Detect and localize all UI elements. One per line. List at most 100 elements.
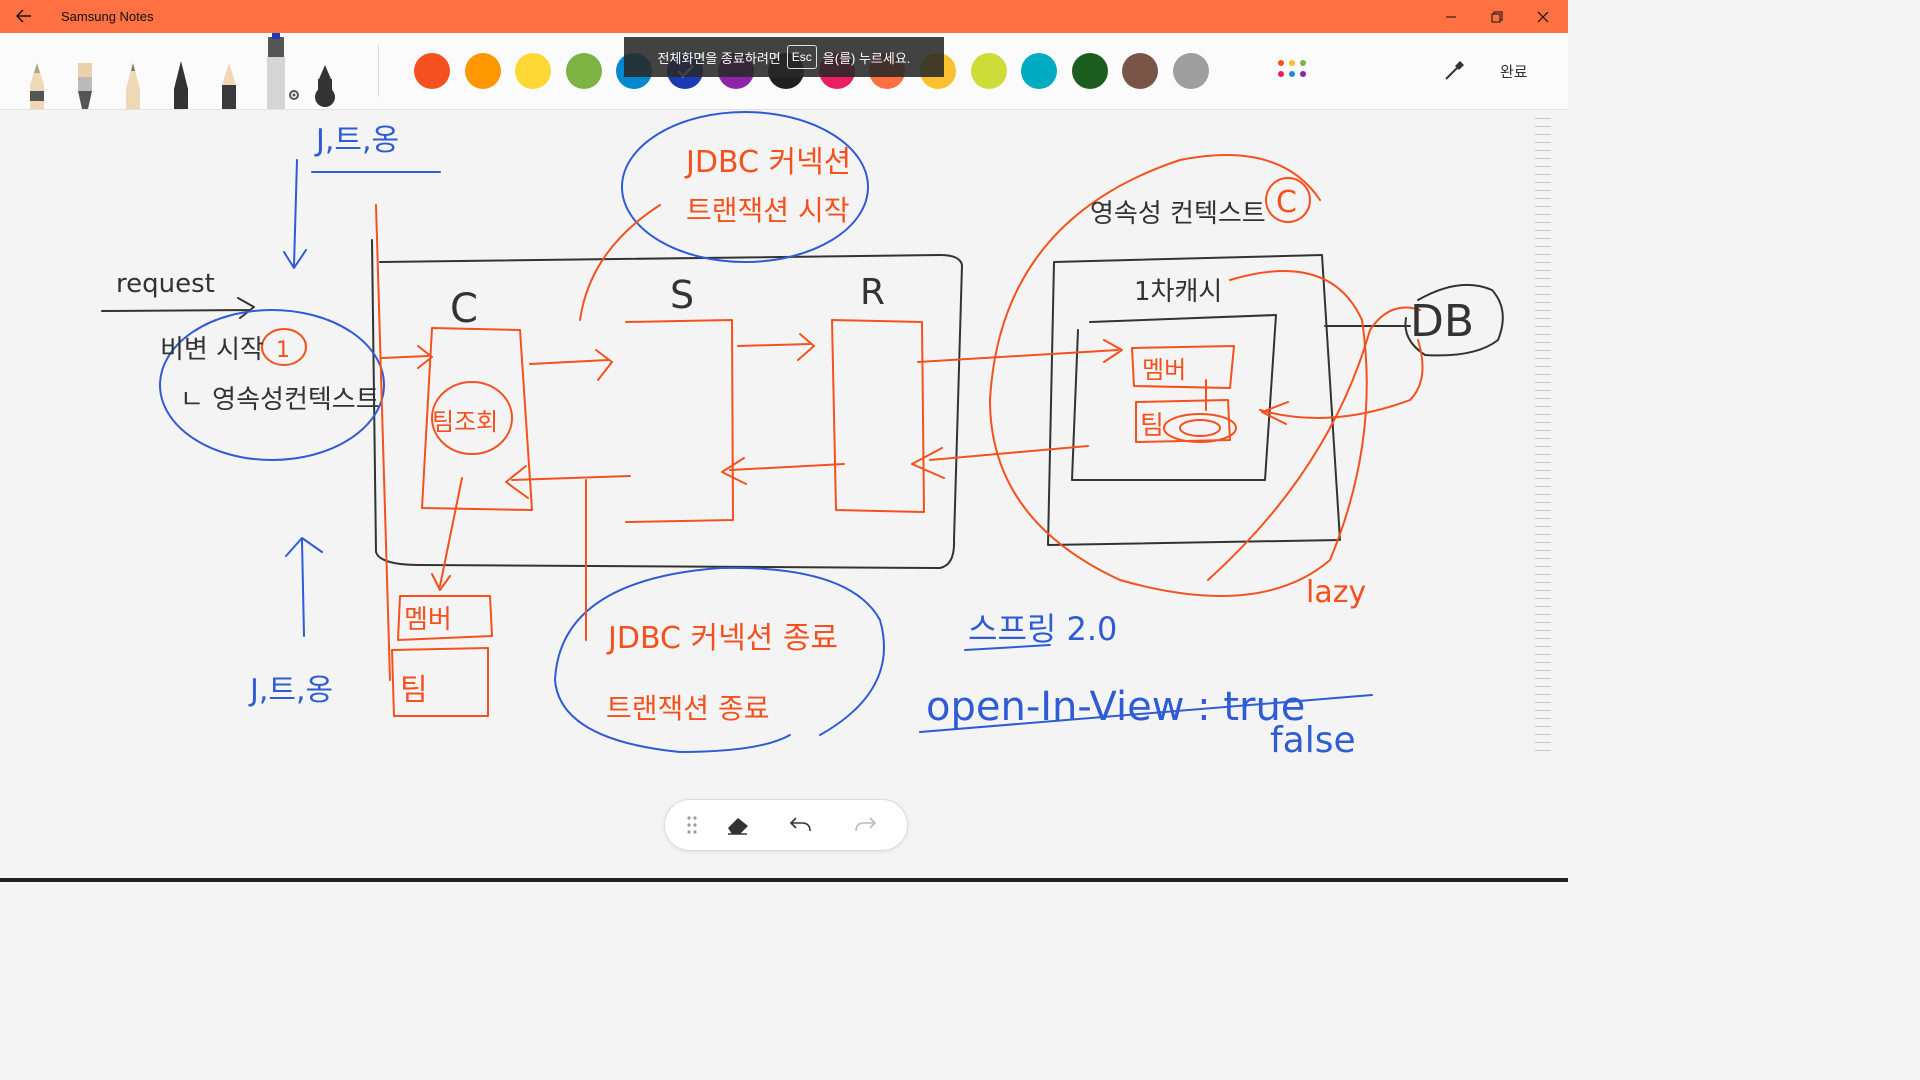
cache-member-label: 멤버 [1142,356,1186,384]
scrollbar-tick [1535,414,1551,415]
scrollbar-tick [1535,494,1551,495]
scrollbar-tick [1535,366,1551,367]
persist-context-note-label: ㄴ 영속성컨텍스트 [180,385,380,415]
r-to-context-arrow [917,339,1123,363]
scrollbar-tick [1535,334,1551,335]
undo-icon[interactable] [786,810,816,840]
context-title-label: 영속성 컨텍스트 [1090,199,1266,229]
scrollbar-tick [1535,294,1551,295]
scrollbar-tick [1535,662,1551,663]
scrollbar-tick [1535,302,1551,303]
request-start-label: 비변 시작 [160,335,264,365]
color-swatch[interactable] [970,53,1007,89]
scrollbar-tick [1535,542,1551,543]
first-level-cache-box [1071,314,1277,481]
osiv-label: open-In-View : true [926,684,1305,730]
member-label: 멤버 [404,605,452,635]
scrollbar-tick [1535,526,1551,527]
scrollbar-tick [1535,726,1551,727]
team-label: 팀 [400,673,428,708]
jdbc-start-circle [621,111,869,263]
color-swatch[interactable] [1122,53,1159,89]
db-label: DB [1410,296,1474,347]
marker-selected-icon[interactable] [264,33,304,109]
scrollbar-tick [1535,390,1551,391]
jsession-top-label: J,트,옹 [314,123,399,158]
scrollbar-tick [1535,142,1551,143]
scrollbar-tick [1535,534,1551,535]
fountain-pen-icon[interactable] [170,33,192,109]
calligraphy-pen-icon[interactable] [218,33,240,109]
lazy-label: lazy [1306,575,1366,610]
scrollbar-tick [1535,278,1551,279]
scrollbar-tick [1535,678,1551,679]
repository-label: R [860,272,885,313]
brush-pen-icon[interactable] [26,33,48,109]
jdbc-start-line2: 트랜잭션 시작 [686,194,849,227]
scrollbar-tick [1535,326,1551,327]
scrollbar-tick [1535,190,1551,191]
color-swatch[interactable] [515,53,552,89]
scrollbar-tick [1535,222,1551,223]
jdbc-end-line1: JDBC 커넥션 종료 [606,621,838,656]
scrollbar-tick [1535,478,1551,479]
scrollbar-tick [1535,262,1551,263]
scrollbar-tick [1535,550,1551,551]
bottom-edge [0,878,1568,882]
scrollbar-tick [1535,158,1551,159]
scrollbar-tick [1535,134,1551,135]
scrollbar-tick [1535,622,1551,623]
controller-label: C [450,286,478,332]
flat-brush-pen-icon[interactable] [74,33,96,109]
scrollbar-tick [1535,558,1551,559]
scrollbar-tick [1535,686,1551,687]
minimize-icon[interactable] [1428,0,1474,33]
color-swatch[interactable] [1173,53,1209,89]
scrollbar-tick [1535,606,1551,607]
scrollbar-tick [1535,398,1551,399]
done-button[interactable]: 완료 [1500,61,1528,82]
scrollbar-tick [1535,374,1551,375]
lazy-load-curve [1207,306,1421,581]
scrollbar-tick [1535,582,1551,583]
scrollbar-tick [1535,454,1551,455]
eraser-icon[interactable] [723,810,753,840]
drag-handle-icon[interactable] [677,810,707,840]
scrollbar-tick [1535,286,1551,287]
jdbc-start-line1: JDBC 커넥션 [684,145,851,180]
page-scrollbar[interactable] [1535,118,1551,758]
ink-pen-icon[interactable] [312,33,338,109]
notice-text-after: 을(를) 누르세요. [822,50,911,66]
color-swatch[interactable] [565,53,602,89]
scrollbar-tick [1535,358,1551,359]
more-colors-icon[interactable] [1278,60,1308,82]
scrollbar-tick [1535,318,1551,319]
scrollbar-tick [1535,246,1551,247]
color-swatch[interactable] [414,53,450,89]
notice-text-before: 전체화면을 종료하려면 [657,50,781,66]
fullscreen-exit-notice: 전체화면을 종료하려면 Esc 을(를) 누르세요. [624,37,944,77]
jdbc-end-line2: 트랜잭션 종료 [606,692,769,725]
color-swatch[interactable] [1021,53,1058,89]
scrollbar-tick [1535,654,1551,655]
note-canvas[interactable]: J,트,옹 J,트,옹 스프링 2.0 open-In-View : true … [0,110,1568,882]
restore-icon[interactable] [1474,0,1520,33]
req-to-controller-arrow [381,345,433,369]
cache-team-scribble [1163,413,1237,443]
scrollbar-tick [1535,310,1551,311]
scrollbar-tick [1535,510,1551,511]
scrollbar-tick [1535,382,1551,383]
back-arrow-icon[interactable] [10,3,38,29]
color-swatch[interactable] [464,53,501,89]
eyedropper-icon[interactable] [1440,57,1468,85]
scrollbar-tick [1535,438,1551,439]
color-swatch[interactable] [1071,53,1108,89]
app-title: Samsung Notes [61,9,154,24]
scrollbar-tick [1535,230,1551,231]
scrollbar-tick [1535,270,1551,271]
scrollbar-tick [1535,430,1551,431]
scrollbar-tick [1535,614,1551,615]
close-icon[interactable] [1520,0,1566,33]
redo-icon[interactable] [850,810,880,840]
pencil-icon[interactable] [122,33,144,109]
